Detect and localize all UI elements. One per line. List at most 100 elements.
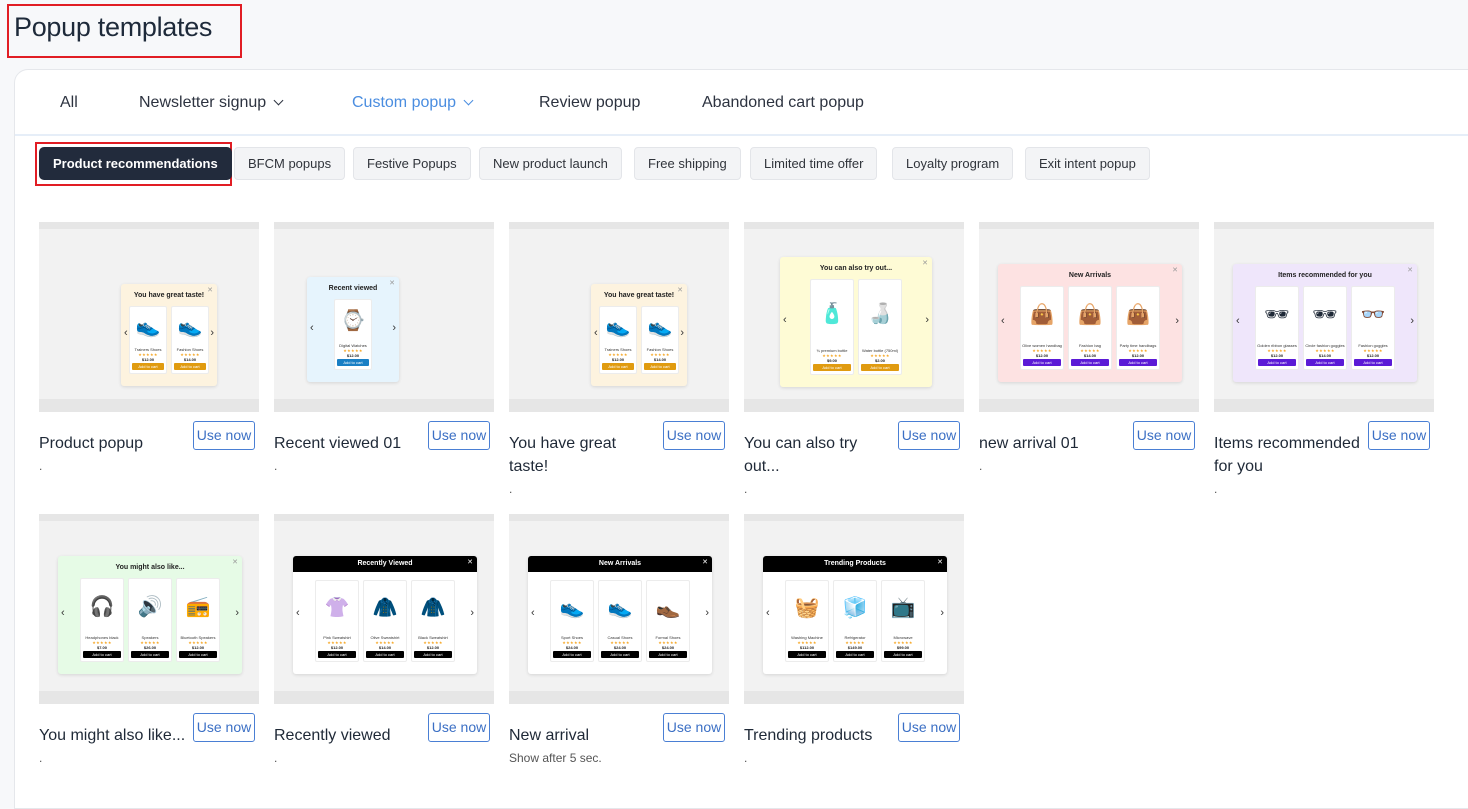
chevron-right-icon: › <box>392 321 396 334</box>
product-price: $14.00 <box>378 645 392 650</box>
popup-preview: New Arrivals ✕ 👟 Sport Shoes ★★★★★ $24.00 Add … <box>528 556 712 674</box>
add-to-cart-button: Add to cart <box>337 359 369 366</box>
add-to-cart-button: Add to cart <box>553 651 591 658</box>
template-preview[interactable]: Recently Viewed ✕ 👚 Pink Sweatshirt ★★★★★ $12… <box>274 514 494 704</box>
template-name: Items recommended for you <box>1214 435 1360 475</box>
product-image-icon: 🍶 <box>867 302 893 325</box>
product-tile: 👜 Olive women handbag ★★★★★ $12.00 Add to ca… <box>1020 286 1064 370</box>
product-tile: 🕶 Golden ribbon glasses ★★★★★ $12.00 Add to … <box>1255 286 1299 370</box>
chip-free-shipping[interactable]: Free shipping <box>634 147 741 180</box>
use-now-button[interactable]: Use now <box>663 421 725 450</box>
chip-loyalty-program[interactable]: Loyalty program <box>892 147 1014 180</box>
product-image-icon: ⌚ <box>340 310 366 332</box>
product-image-icon: 🧥 <box>372 596 398 619</box>
product-price: $12.00 <box>611 357 625 362</box>
product-image-icon: 🧴 <box>819 302 845 325</box>
product-tile: 🍶 Water bottle (750ml) ★★★★★ $2.00 Add to ca… <box>858 279 902 375</box>
chevron-left-icon: ‹ <box>296 607 300 619</box>
chip-new-product-launch[interactable]: New product launch <box>479 147 622 180</box>
product-tile: 👟 Fashion Shoes ★★★★★ $14.00 Add to cart <box>641 306 679 374</box>
product-row: 🧴 ¾ premium bottle ★★★★★ $9.00 Add to cart 🍶 W… <box>810 279 902 375</box>
template-preview[interactable]: You might also like... ✕ 🎧 Headphones black… <box>39 514 259 704</box>
use-now-button[interactable]: Use now <box>1133 421 1195 450</box>
popup-preview-title: Recently Viewed <box>293 556 477 572</box>
add-to-cart-button: Add to cart <box>414 651 452 658</box>
template-preview[interactable]: You can also try out... ✕ 🧴 ¾ premium bottl… <box>744 222 964 412</box>
use-now-button[interactable]: Use now <box>193 421 255 450</box>
product-price: $12.00 <box>191 645 205 650</box>
product-image-icon: 🧥 <box>420 596 446 619</box>
product-row: 👟 Trainers Shoes ★★★★★ $12.00 Add to cart 👟 Fa… <box>129 306 209 374</box>
template-name: You might also like... <box>39 727 186 744</box>
chevron-right-icon: › <box>210 327 214 339</box>
template-preview[interactable]: Recent viewed ✕ ⌚ Digital Watches ★★★★★ $12.0… <box>274 222 494 412</box>
chip-product-recommendations[interactable]: Product recommendations <box>39 147 232 180</box>
add-to-cart-button: Add to cart <box>602 363 634 370</box>
product-tile: 🧊 Refrigerator ★★★★★ $149.00 Add to cart <box>833 580 877 662</box>
add-to-cart-button: Add to cart <box>836 651 874 658</box>
chevron-left-icon: ‹ <box>766 607 770 619</box>
template-preview[interactable]: Trending Products ✕ 🧺 Washing Machine ★★★★★ $… <box>744 514 964 704</box>
template-preview[interactable]: New Arrivals ✕ 👟 Sport Shoes ★★★★★ $24.00 Add … <box>509 514 729 704</box>
template-description: Show after 5 sec. <box>509 751 602 765</box>
product-price: $24.00 <box>661 645 675 650</box>
tab-review-popup[interactable]: Review popup <box>539 94 640 112</box>
use-now-button[interactable]: Use now <box>193 713 255 742</box>
add-to-cart-button: Add to cart <box>1306 359 1344 366</box>
chip-bfcm-popups[interactable]: BFCM popups <box>234 147 346 180</box>
product-tile: 👓 Fashion goggles ★★★★★ $12.00 Add to cart <box>1351 286 1395 370</box>
template-name: Recent viewed 01 <box>274 435 402 452</box>
chevron-right-icon: › <box>1175 315 1179 327</box>
tab-abandoned-cart-popup[interactable]: Abandoned cart popup <box>702 94 864 112</box>
product-image-icon: 👟 <box>177 315 203 338</box>
product-price: $14.00 <box>653 357 667 362</box>
product-tile: 👞 Formal Shoes ★★★★★ $24.00 Add to cart <box>646 580 690 662</box>
add-to-cart-button: Add to cart <box>318 651 356 658</box>
page-title: Popup templates <box>14 12 213 42</box>
chevron-right-icon: › <box>470 607 474 619</box>
template-preview[interactable]: You have great taste! ✕ 👟 Trainers Shoes ★★★… <box>509 222 729 412</box>
product-image-icon: 👞 <box>655 596 681 619</box>
chip-festive-popups[interactable]: Festive Popups <box>353 147 471 180</box>
use-now-button[interactable]: Use now <box>1368 421 1430 450</box>
product-row: 🧺 Washing Machine ★★★★★ $112.00 Add to cart 🧊… <box>785 580 925 662</box>
popup-preview: You have great taste! ✕ 👟 Trainers Shoes ★★★… <box>591 284 687 386</box>
tab-all[interactable]: All <box>60 94 78 112</box>
popup-preview-title: Recent viewed <box>328 285 378 292</box>
tab-newsletter-signup[interactable]: Newsletter signup <box>139 94 284 112</box>
template-preview[interactable]: New Arrivals ✕ 👜 Olive women handbag ★★★★★ $1… <box>979 222 1199 412</box>
template-preview[interactable]: Items recommended for you ✕ 🕶 Golden ribbon… <box>1214 222 1434 412</box>
template-preview[interactable]: You have great taste! ✕ 👟 Trainers Shoes ★★★… <box>39 222 259 412</box>
use-now-button[interactable]: Use now <box>663 713 725 742</box>
close-icon: ✕ <box>922 260 928 267</box>
chevron-right-icon: › <box>235 607 239 619</box>
product-image-icon: 👓 <box>1360 303 1386 326</box>
use-now-button[interactable]: Use now <box>428 713 490 742</box>
template-name: You can also try out... <box>744 435 858 475</box>
chevron-right-icon: › <box>705 607 709 619</box>
chip-limited-time-offer[interactable]: Limited time offer <box>750 147 878 180</box>
product-price: $26.00 <box>143 645 157 650</box>
add-to-cart-button: Add to cart <box>132 363 164 370</box>
popup-preview: Trending Products ✕ 🧺 Washing Machine ★★★★★ $… <box>763 556 947 674</box>
tab-custom-popup[interactable]: Custom popup <box>352 94 474 112</box>
use-now-button[interactable]: Use now <box>428 421 490 450</box>
product-image-icon: 👟 <box>647 315 673 338</box>
use-now-button[interactable]: Use now <box>898 421 960 450</box>
chevron-left-icon: ‹ <box>124 327 128 339</box>
add-to-cart-button: Add to cart <box>601 651 639 658</box>
product-tile: 🧥 Olive Sweatshirt ★★★★★ $14.00 Add to cart <box>363 580 407 662</box>
chevron-down-icon <box>273 95 284 106</box>
add-to-cart-button: Add to cart <box>366 651 404 658</box>
product-price: $14.00 <box>183 357 197 362</box>
add-to-cart-button: Add to cart <box>644 363 676 370</box>
popup-preview: You have great taste! ✕ 👟 Trainers Shoes ★★★… <box>121 284 217 386</box>
product-tile: 👜 Party time handbags ★★★★★ $12.00 Add to ca… <box>1116 286 1160 370</box>
product-tile: 🔊 Speakers ★★★★★ $26.00 Add to cart <box>128 578 172 662</box>
product-price: $12.00 <box>330 645 344 650</box>
add-to-cart-button: Add to cart <box>131 651 169 658</box>
product-price: $9.00 <box>826 358 837 363</box>
use-now-button[interactable]: Use now <box>898 713 960 742</box>
chip-exit-intent-popup[interactable]: Exit intent popup <box>1025 147 1150 180</box>
product-price: $12.00 <box>1035 353 1049 358</box>
